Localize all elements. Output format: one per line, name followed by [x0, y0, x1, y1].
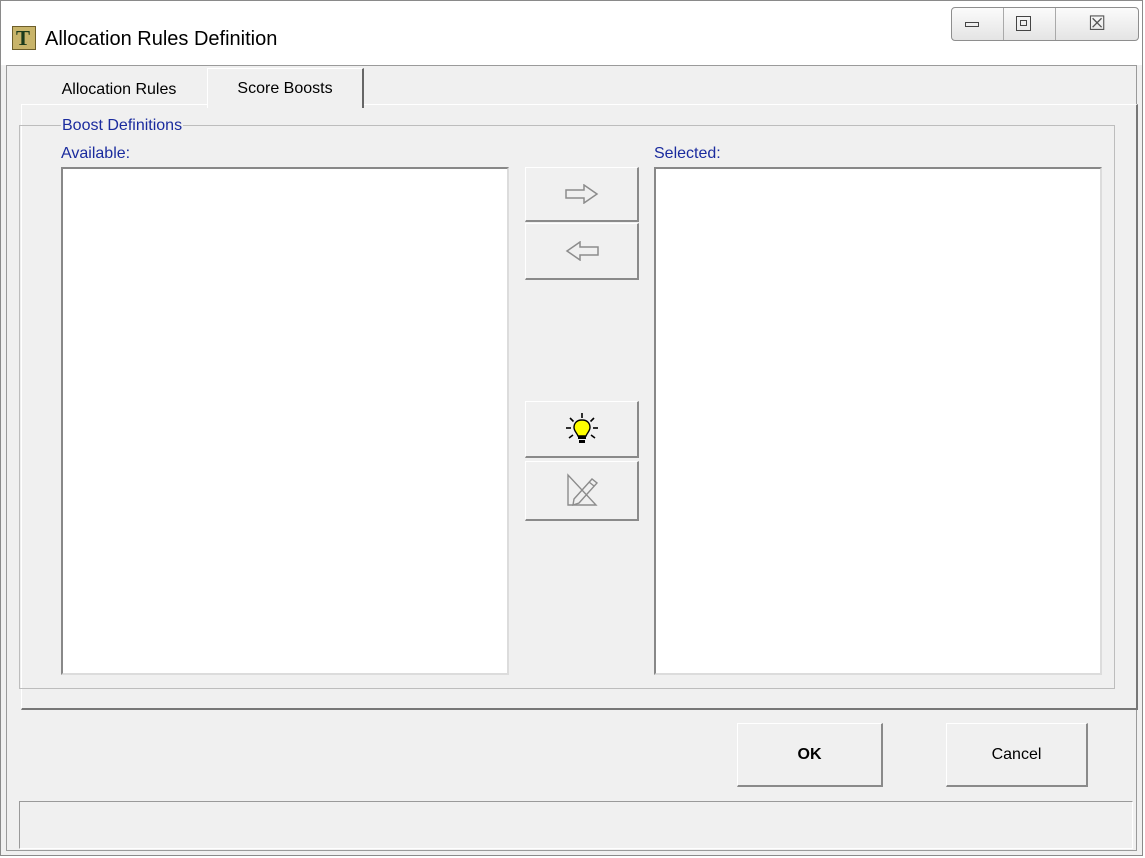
dialog-window: T Allocation Rules Definition ☒ Allocati…: [0, 0, 1143, 856]
app-logo-icon: T: [12, 26, 36, 50]
minimize-button[interactable]: [952, 8, 1005, 40]
app-icon-letter: T: [16, 26, 31, 50]
pencil-icon: [566, 472, 598, 506]
new-boost-button[interactable]: [525, 401, 639, 458]
maximize-icon: [1016, 16, 1032, 31]
move-left-button[interactable]: [525, 223, 639, 280]
selected-list[interactable]: [654, 167, 1102, 675]
ok-button[interactable]: OK: [737, 723, 883, 787]
minimize-icon: [965, 22, 979, 27]
window-controls: ☒: [951, 7, 1139, 41]
move-right-button[interactable]: [525, 167, 639, 222]
maximize-button[interactable]: [1004, 8, 1057, 40]
tab-allocation-rules[interactable]: Allocation Rules: [35, 74, 203, 106]
tab-score-boosts[interactable]: Score Boosts: [207, 68, 364, 108]
status-bar: [19, 801, 1133, 849]
close-icon: ☒: [1088, 13, 1107, 35]
cancel-button[interactable]: Cancel: [946, 723, 1088, 787]
edit-boost-button[interactable]: [525, 461, 639, 521]
selected-label: Selected:: [654, 145, 721, 162]
arrow-left-icon: [565, 241, 599, 261]
available-label: Available:: [61, 145, 131, 162]
arrow-right-icon: [564, 184, 598, 204]
lightbulb-icon: [565, 413, 598, 443]
title-bar[interactable]: T Allocation Rules Definition ☒: [1, 1, 1142, 65]
window-title: Allocation Rules Definition: [45, 28, 278, 50]
available-list[interactable]: [61, 167, 509, 675]
boost-definitions-legend: Boost Definitions: [61, 117, 184, 135]
close-button[interactable]: ☒: [1056, 8, 1138, 40]
